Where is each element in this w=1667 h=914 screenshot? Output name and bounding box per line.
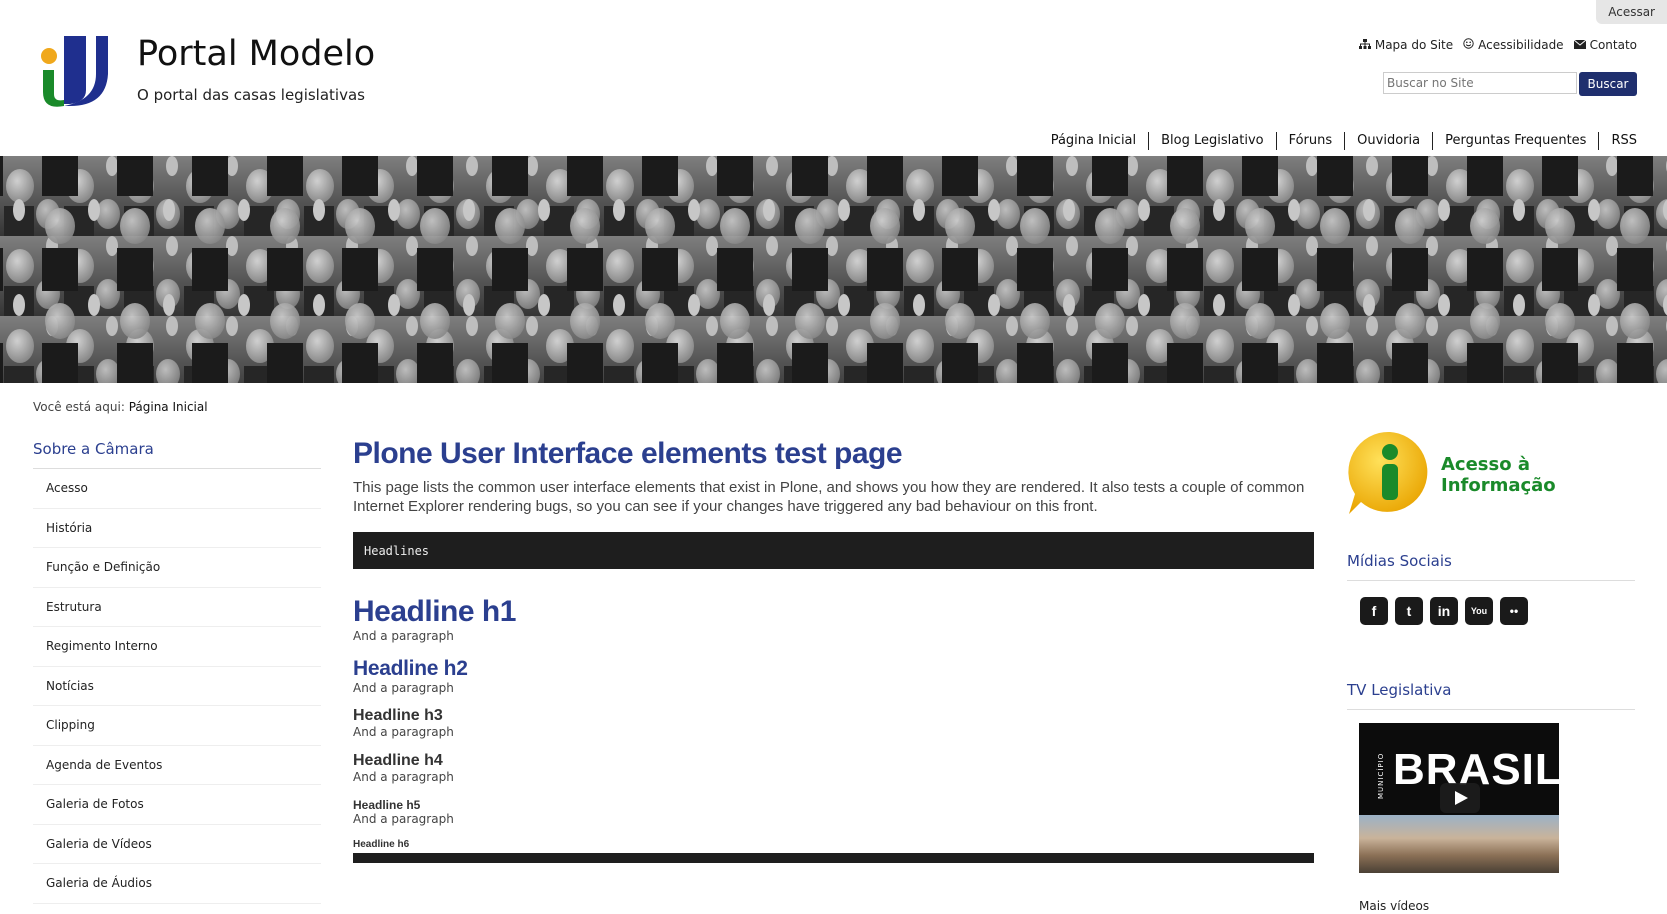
login-link[interactable]: Acessar <box>1596 0 1667 24</box>
video-thumbnail-city <box>1359 815 1559 873</box>
acesso-line-1: Acesso à <box>1441 454 1531 475</box>
site-logo[interactable] <box>40 34 110 108</box>
portlet-item-funcao[interactable]: Função e Definição <box>33 548 321 588</box>
portlet-item-agenda[interactable]: Agenda de Eventos <box>33 746 321 785</box>
envelope-icon <box>1573 39 1586 52</box>
code-block: Headlines <box>353 532 1314 569</box>
portlet-item-acesso[interactable]: Acesso <box>33 469 321 509</box>
paragraph: And a paragraph <box>353 629 454 643</box>
search-button[interactable]: Buscar <box>1579 72 1637 96</box>
portlet-item-estrutura[interactable]: Estrutura <box>33 588 321 627</box>
site-description: O portal das casas legislativas <box>137 86 365 104</box>
paragraph: And a paragraph <box>353 812 454 826</box>
header-banner-image <box>0 156 1667 383</box>
headline-h2: Headline h2 <box>353 657 468 680</box>
headline-h3: Headline h3 <box>353 707 443 724</box>
code-label: Headlines <box>364 543 430 558</box>
headline-h1: Headline h1 <box>353 595 516 628</box>
play-icon[interactable] <box>1440 783 1480 813</box>
headline-h6: Headline h6 <box>353 839 410 850</box>
portlet-item-regimento[interactable]: Regimento Interno <box>33 627 321 667</box>
headline-h4: Headline h4 <box>353 752 443 769</box>
video-player[interactable]: MUNICÍPIO BRASIL <box>1359 723 1559 873</box>
search-form: Buscar <box>1383 72 1637 96</box>
portlet-item-clipping[interactable]: Clipping <box>33 706 321 746</box>
nav-foruns[interactable]: Fóruns <box>1275 132 1345 150</box>
facebook-icon[interactable]: f <box>1360 597 1388 625</box>
search-input[interactable] <box>1383 72 1577 94</box>
video-subtitle: MUNICÍPIO <box>1377 752 1385 799</box>
breadcrumb-prefix: Você está aqui: <box>33 400 125 414</box>
main-content: Plone User Interface elements test page … <box>353 437 1314 863</box>
accessibility-label: Acessibilidade <box>1478 38 1564 52</box>
paragraph: And a paragraph <box>353 725 454 739</box>
portlet-item-galeria-audios[interactable]: Galeria de Áudios <box>33 864 321 904</box>
acesso-line-2: Informação <box>1441 475 1556 496</box>
sitemap-icon <box>1358 38 1371 52</box>
breadcrumb-home[interactable]: Página Inicial <box>129 400 208 414</box>
contact-label: Contato <box>1589 38 1637 52</box>
left-portlet: Sobre a Câmara Acesso História Função e … <box>33 440 321 904</box>
more-videos-link[interactable]: Mais vídeos <box>1359 899 1635 913</box>
info-icon <box>1347 430 1433 520</box>
portlet-item-galeria-fotos[interactable]: Galeria de Fotos <box>33 785 321 825</box>
nav-pagina-inicial[interactable]: Página Inicial <box>1039 132 1148 150</box>
global-navigation: Página Inicial Blog Legislativo Fóruns O… <box>1039 132 1637 150</box>
portlet-item-galeria-videos[interactable]: Galeria de Vídeos <box>33 825 321 864</box>
social-links: f t in You •• <box>1347 597 1635 625</box>
paragraph: And a paragraph <box>353 770 454 784</box>
acesso-informacao-banner[interactable]: Acesso à Informação <box>1347 430 1635 520</box>
accessibility-link[interactable]: Acessibilidade <box>1463 38 1564 52</box>
site-title[interactable]: Portal Modelo <box>137 34 375 74</box>
nav-perguntas-frequentes[interactable]: Perguntas Frequentes <box>1432 132 1598 150</box>
twitter-icon[interactable]: t <box>1395 597 1423 625</box>
headline-h5: Headline h5 <box>353 798 421 812</box>
nav-rss[interactable]: RSS <box>1598 132 1637 150</box>
linkedin-icon[interactable]: in <box>1430 597 1458 625</box>
youtube-icon[interactable]: You <box>1465 597 1493 625</box>
social-media-title: Mídias Sociais <box>1347 552 1635 581</box>
page-title: Plone User Interface elements test page <box>353 437 903 470</box>
nav-blog-legislativo[interactable]: Blog Legislativo <box>1148 132 1275 150</box>
portlet-item-historia[interactable]: História <box>33 509 321 548</box>
right-portlets: Acesso à Informação Mídias Sociais f t i… <box>1347 430 1635 913</box>
breadcrumb: Você está aqui: Página Inicial <box>33 400 208 414</box>
contact-link[interactable]: Contato <box>1573 38 1637 52</box>
portlet-item-noticias[interactable]: Notícias <box>33 667 321 706</box>
flickr-icon[interactable]: •• <box>1500 597 1528 625</box>
page-description: This page lists the common user interfac… <box>353 479 1305 515</box>
acesso-informacao-text: Acesso à Informação <box>1441 454 1556 496</box>
portlet-title[interactable]: Sobre a Câmara <box>33 440 321 469</box>
portlet-nav-list: Acesso História Função e Definição Estru… <box>33 469 321 904</box>
nav-ouvidoria[interactable]: Ouvidoria <box>1344 132 1432 150</box>
tv-legislativa-title: TV Legislativa <box>1347 681 1635 710</box>
sitemap-link[interactable]: Mapa do Site <box>1358 38 1454 52</box>
site-actions: Mapa do Site Acessibilidade Contato <box>1358 38 1637 52</box>
code-block <box>353 853 1314 863</box>
paragraph: And a paragraph <box>353 681 454 695</box>
accessibility-icon <box>1463 38 1474 52</box>
sitemap-label: Mapa do Site <box>1374 38 1454 52</box>
